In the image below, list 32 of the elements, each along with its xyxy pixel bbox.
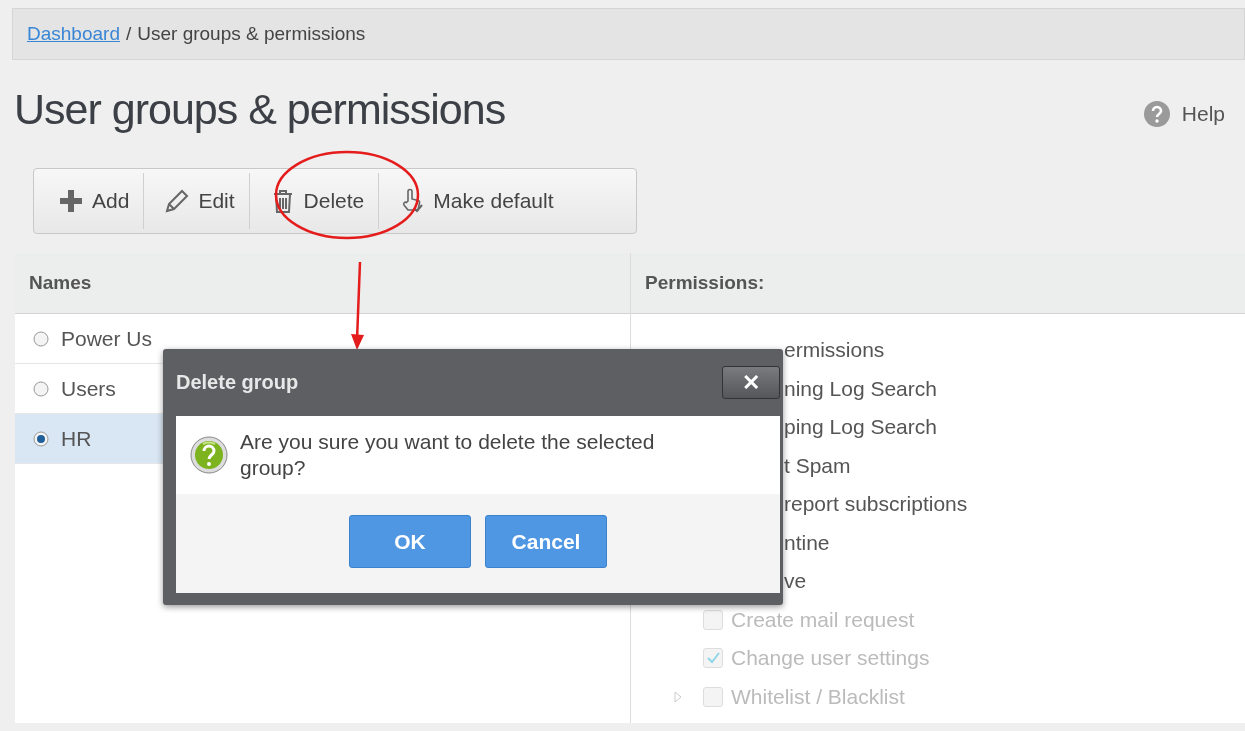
radio-button [33, 430, 49, 447]
permission-label: ning Log Search [784, 376, 937, 401]
pencil-icon [164, 188, 191, 214]
close-button[interactable]: ✕ [722, 366, 780, 399]
help-link[interactable]: Help [1143, 101, 1225, 127]
radio-button [33, 330, 49, 347]
check-icon [706, 651, 720, 666]
help-icon [1143, 101, 1170, 127]
permission-label: t Spam [784, 453, 851, 478]
column-header: Names [15, 253, 630, 314]
permission-label: ve [784, 569, 807, 594]
permission-label: ping Log Search [784, 415, 937, 440]
page-title: User groups & permissions [14, 84, 506, 134]
permission-label: Create mail request [731, 607, 915, 632]
permission-label: report subscriptions [784, 492, 968, 517]
toolbar-button[interactable]: Edit [144, 173, 250, 229]
plus-icon [58, 188, 84, 214]
breadcrumb-separator: / [125, 23, 132, 45]
permission-label: Change user settings [731, 646, 930, 671]
radio-button [33, 380, 49, 397]
breadcrumb-current: User groups & permissions [137, 23, 366, 45]
permission-label: Whitelist / Blacklist [731, 684, 905, 709]
expand-arrow-icon [673, 690, 683, 703]
dialog-message: Are you sure you want to delete the selected group? [240, 428, 656, 481]
question-icon [190, 436, 228, 474]
toolbar-button[interactable]: Delete [249, 173, 380, 229]
permission-label: ermissions [784, 338, 885, 363]
column-header: Permissions: [631, 253, 1245, 314]
dialog-title: Delete group [176, 371, 299, 394]
toolbar-button[interactable]: Make default [379, 173, 568, 229]
toolbar-button[interactable]: Add [38, 173, 145, 229]
permission-label: ntine [784, 530, 830, 555]
